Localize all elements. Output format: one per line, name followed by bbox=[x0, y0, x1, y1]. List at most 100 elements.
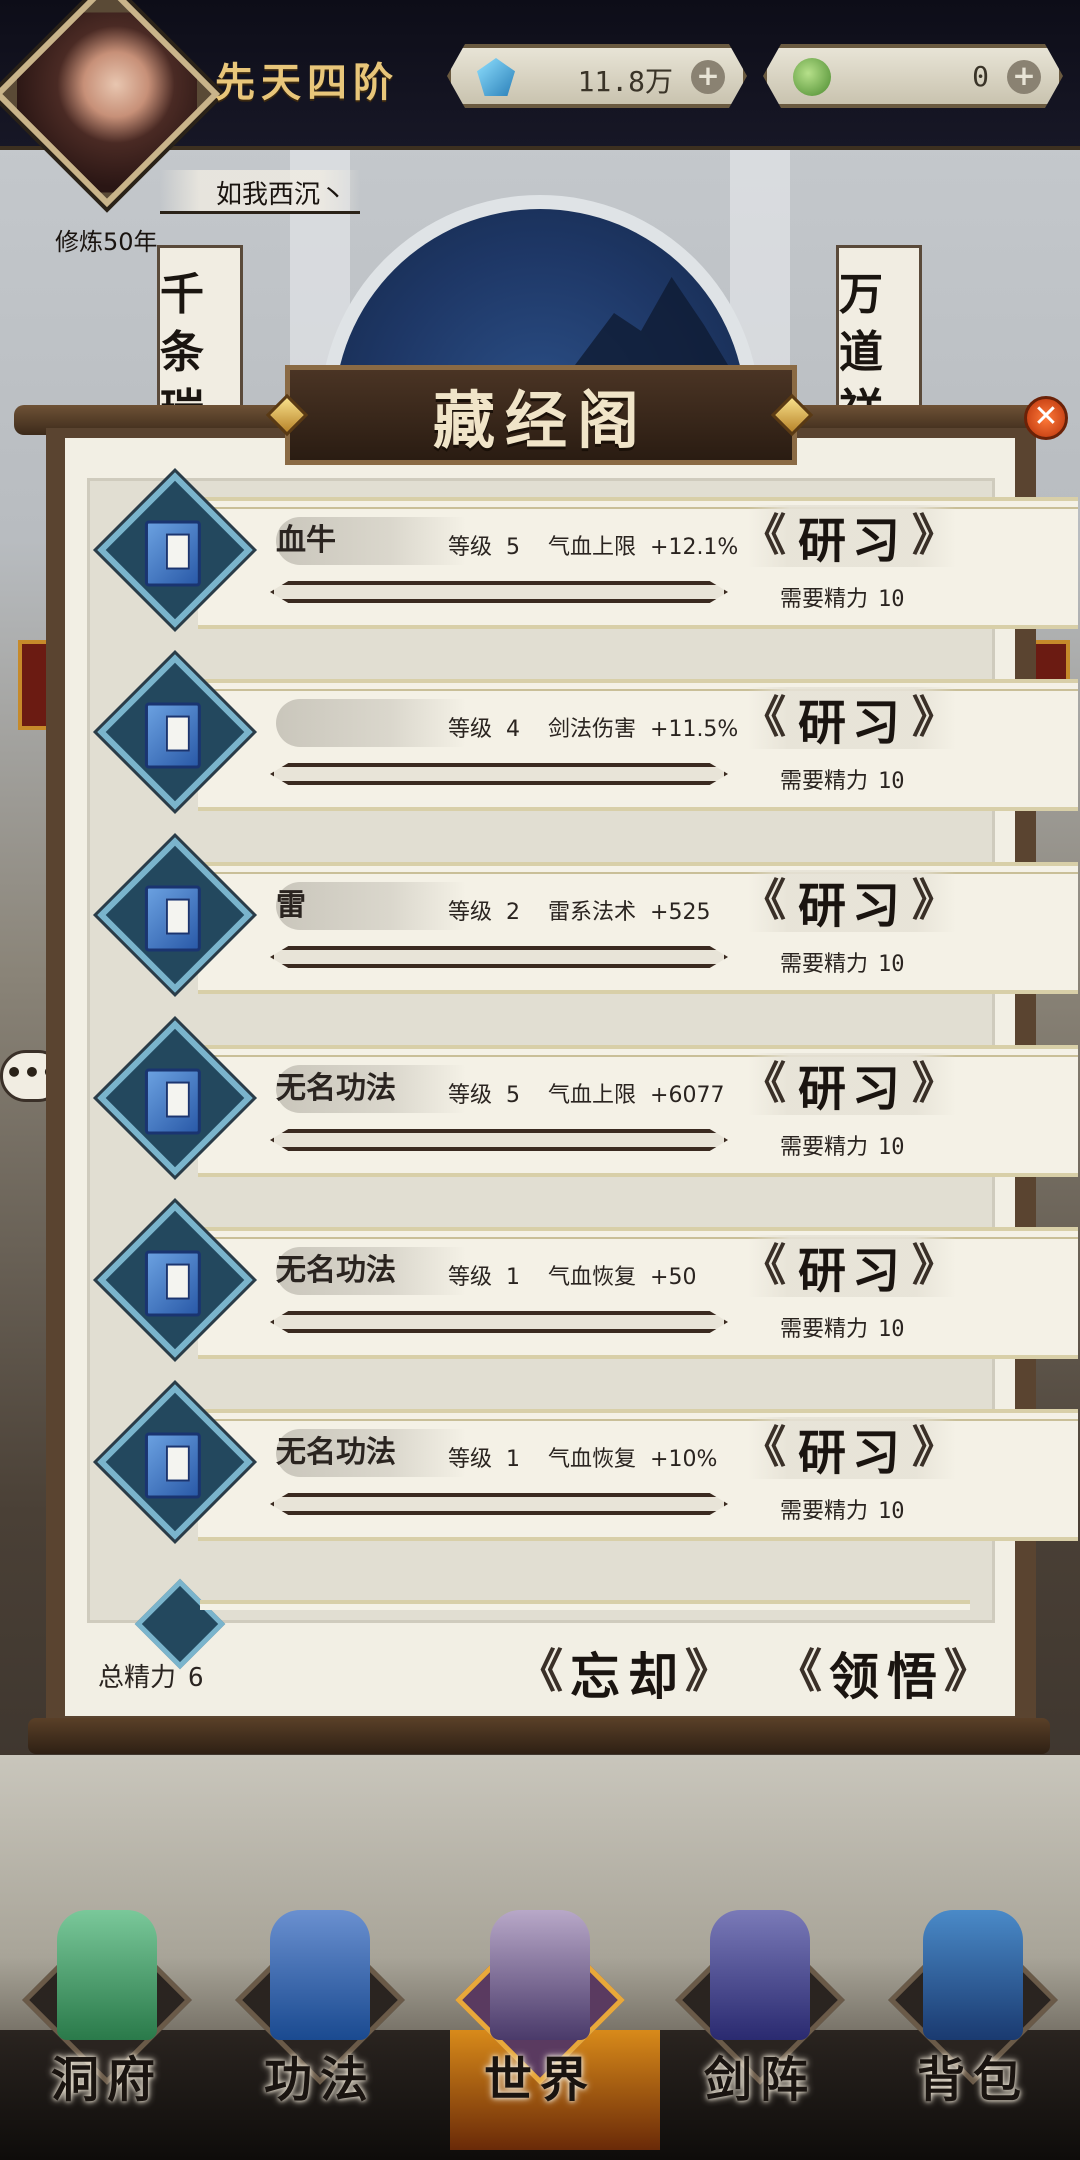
chevron-left-icon: 《 bbox=[742, 875, 792, 926]
study-label: 研习 bbox=[797, 1425, 906, 1481]
jade-icon bbox=[793, 58, 831, 96]
player-name: 如我西沉丶 bbox=[160, 170, 360, 214]
energy-cost: 需要精力 10 bbox=[780, 769, 905, 794]
sword-array-icon bbox=[710, 1910, 810, 2040]
chevron-right-icon: 》 bbox=[912, 1240, 962, 1291]
spirit-stone-value: 11.8万 bbox=[577, 65, 673, 98]
study-button[interactable]: 《 研习 》 bbox=[742, 1417, 956, 1481]
nav-tab-label: 背包 bbox=[916, 2052, 1029, 2108]
technique-level: 等级 1 bbox=[448, 1447, 521, 1472]
left-hanging-scroll: 千条瑞 bbox=[157, 245, 243, 420]
cave-mansion-icon bbox=[57, 1910, 157, 2040]
jade-value: 0 bbox=[972, 60, 989, 93]
technique-progress-bar bbox=[270, 581, 728, 603]
right-hanging-scroll: 万道祥 bbox=[836, 245, 922, 420]
chevron-left-icon: 《 bbox=[742, 1058, 792, 1109]
nav-tab[interactable]: 剑阵 bbox=[660, 1900, 860, 2120]
chevron-left-icon: 《 bbox=[776, 1644, 830, 1698]
technique-row-partial bbox=[200, 1600, 970, 1610]
close-button[interactable]: ✕ bbox=[1024, 396, 1068, 440]
energy-cost: 需要精力 10 bbox=[780, 1317, 905, 1342]
study-button[interactable]: 《 研习 》 bbox=[742, 870, 956, 934]
manual-book-icon bbox=[144, 1250, 201, 1317]
top-bar: 先天四阶 11.8万 + 0 + bbox=[0, 0, 1080, 208]
add-jade-button[interactable]: + bbox=[1007, 60, 1041, 94]
technique-effect: 气血恢复 +10% bbox=[548, 1447, 718, 1472]
manual-book-icon bbox=[144, 702, 201, 769]
chevron-left-icon: 《 bbox=[742, 692, 792, 743]
nav-tab[interactable]: 功法 bbox=[220, 1900, 420, 2120]
technique-level: 等级 4 bbox=[448, 717, 521, 742]
technique-name: 无名功法 bbox=[276, 1435, 396, 1470]
study-label: 研习 bbox=[797, 1243, 906, 1299]
technique-row: 雷 等级 2 雷系法术 +525 《 研习 》 需要精力 10 bbox=[97, 837, 1078, 994]
spirit-stone-icon bbox=[477, 58, 515, 96]
technique-progress-bar bbox=[270, 1493, 728, 1515]
technique-progress-bar bbox=[270, 1311, 728, 1333]
technique-level: 等级 5 bbox=[448, 535, 521, 560]
nav-tab[interactable]: 洞府 bbox=[7, 1900, 207, 2120]
manual-book-icon bbox=[144, 1068, 201, 1135]
technique-effect: 剑法伤害 +11.5% bbox=[548, 717, 739, 742]
chevron-right-icon: 》 bbox=[912, 692, 962, 743]
chevron-left-icon: 《 bbox=[517, 1644, 571, 1698]
energy-cost: 需要精力 10 bbox=[780, 952, 905, 977]
comprehend-button[interactable]: 《 领悟 》 bbox=[776, 1638, 992, 1708]
jade-counter: 0 + bbox=[763, 44, 1063, 108]
total-energy-label: 总精力 bbox=[98, 1663, 177, 1693]
chevron-right-icon: 》 bbox=[912, 875, 962, 926]
forget-label: 忘却 bbox=[570, 1647, 686, 1706]
scroll-bottom-rod bbox=[28, 1718, 1050, 1754]
technique-row: 无名功法 等级 1 气血恢复 +10% 《 研习 》 需要精力 10 bbox=[97, 1384, 1078, 1541]
nav-tab[interactable]: 世界 bbox=[440, 1900, 660, 2150]
energy-cost: 需要精力 10 bbox=[780, 1135, 905, 1160]
comprehend-label: 领悟 bbox=[829, 1647, 945, 1706]
technique-level: 等级 1 bbox=[448, 1265, 521, 1290]
add-spirit-stone-button[interactable]: + bbox=[691, 60, 725, 94]
technique-effect: 气血上限 +6077 bbox=[548, 1083, 725, 1108]
technique-name: 血牛 bbox=[276, 523, 336, 558]
technique-row: 无名功法 等级 5 气血上限 +6077 《 研习 》 需要精力 10 bbox=[97, 1020, 1078, 1177]
nav-tab-label: 功法 bbox=[263, 2052, 376, 2108]
technique-name: 无名功法 bbox=[276, 1071, 396, 1106]
energy-cost: 需要精力 10 bbox=[780, 587, 905, 612]
world-map-icon bbox=[490, 1910, 590, 2040]
study-button[interactable]: 《 研习 》 bbox=[742, 1235, 956, 1299]
chevron-left-icon: 《 bbox=[742, 1422, 792, 1473]
study-label: 研习 bbox=[797, 878, 906, 934]
rank-title: 先天四阶 bbox=[215, 59, 399, 106]
technique-level: 等级 2 bbox=[448, 900, 521, 925]
study-button[interactable]: 《 研习 》 bbox=[742, 505, 956, 569]
chevron-right-icon: 》 bbox=[944, 1644, 998, 1698]
technique-row: 无名功法 等级 1 气血恢复 +50 《 研习 》 需要精力 10 bbox=[97, 1202, 1078, 1359]
technique-book-icon bbox=[270, 1910, 370, 2040]
chevron-right-icon: 》 bbox=[912, 1058, 962, 1109]
chevron-left-icon: 《 bbox=[742, 510, 792, 561]
technique-name: 雷 bbox=[276, 888, 306, 923]
study-button[interactable]: 《 研习 》 bbox=[742, 687, 956, 751]
panel-title-plaque: 藏经阁 bbox=[285, 365, 797, 465]
manual-book-icon bbox=[144, 520, 201, 587]
technique-effect: 气血上限 +12.1% bbox=[548, 535, 739, 560]
energy-cost: 需要精力 10 bbox=[780, 1499, 905, 1524]
manual-book-icon bbox=[144, 1432, 201, 1499]
nav-tab-label: 剑阵 bbox=[703, 2052, 816, 2108]
technique-progress-bar bbox=[270, 763, 728, 785]
chevron-right-icon: 》 bbox=[912, 510, 962, 561]
study-label: 研习 bbox=[797, 695, 906, 751]
total-energy: 总精力 6 bbox=[98, 1657, 204, 1694]
technique-progress-bar bbox=[270, 946, 728, 968]
technique-effect: 雷系法术 +525 bbox=[548, 900, 711, 925]
spirit-stone-counter: 11.8万 + bbox=[447, 44, 747, 108]
panel-title: 藏经阁 bbox=[432, 384, 649, 457]
name-brush-stroke bbox=[276, 699, 466, 747]
technique-effect: 气血恢复 +50 bbox=[548, 1265, 697, 1290]
study-label: 研习 bbox=[797, 1061, 906, 1117]
technique-progress-bar bbox=[270, 1129, 728, 1151]
technique-level: 等级 5 bbox=[448, 1083, 521, 1108]
nav-tab[interactable]: 背包 bbox=[873, 1900, 1073, 2120]
technique-row: 血牛 等级 5 气血上限 +12.1% 《 研习 》 需要精力 10 bbox=[97, 472, 1078, 629]
forget-button[interactable]: 《 忘却 》 bbox=[517, 1638, 733, 1708]
chevron-right-icon: 》 bbox=[912, 1422, 962, 1473]
study-button[interactable]: 《 研习 》 bbox=[742, 1053, 956, 1117]
